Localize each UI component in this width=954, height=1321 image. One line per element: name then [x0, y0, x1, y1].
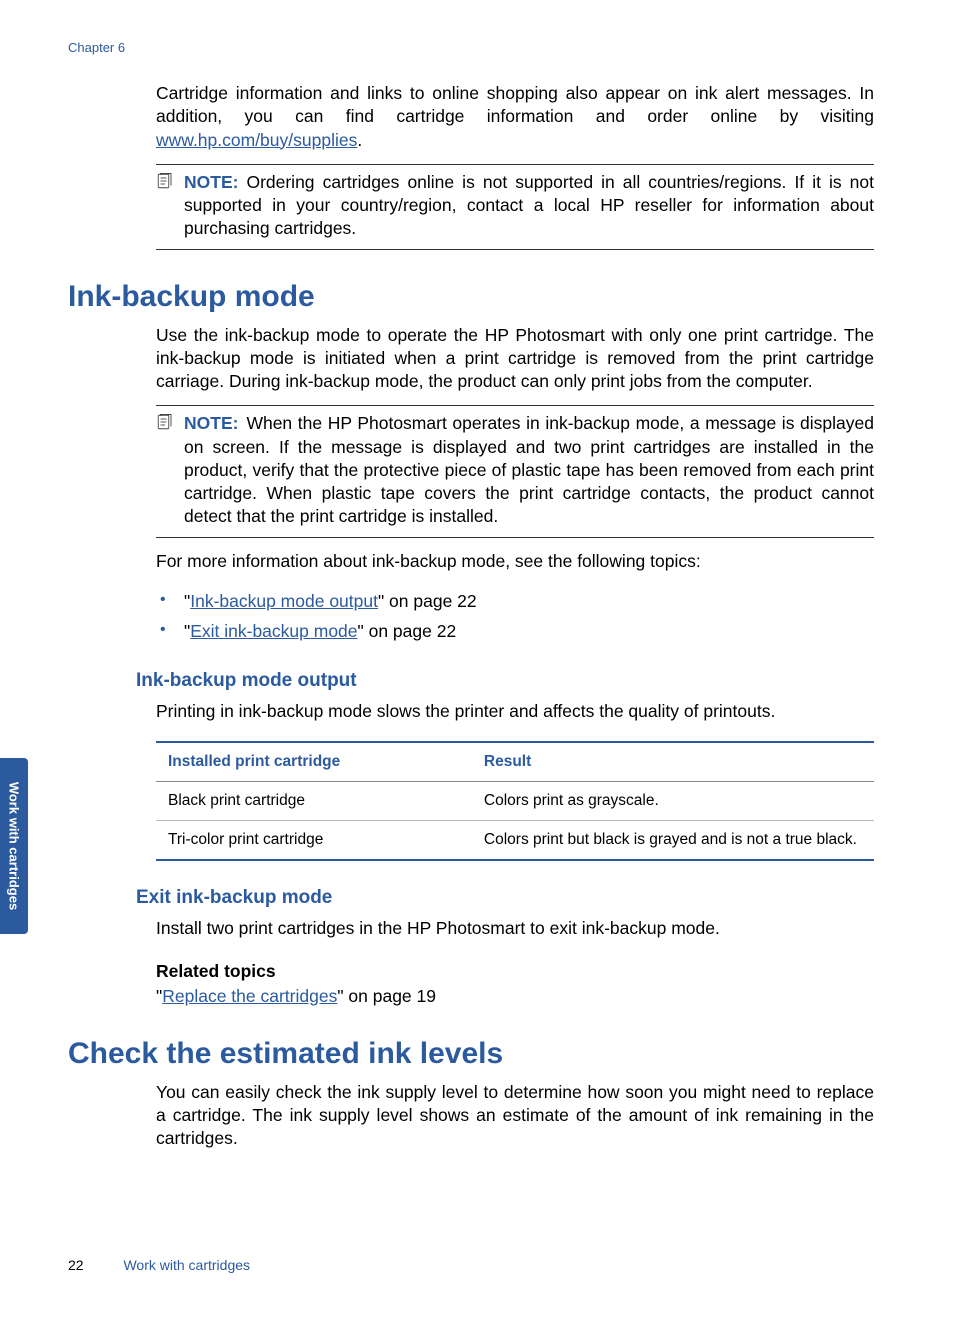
note-icon: [156, 413, 178, 436]
heading-exit: Exit ink-backup mode: [136, 887, 886, 909]
more-info-text: For more information about ink-backup mo…: [156, 550, 874, 573]
note-label: NOTE:: [184, 413, 238, 433]
link-exit[interactable]: Exit ink-backup mode: [190, 621, 357, 641]
list-item: "Ink-backup mode output" on page 22: [156, 589, 874, 614]
exit-para: Install two print cartridges in the HP P…: [156, 917, 874, 940]
cell-result: Colors print but black is grayed and is …: [472, 821, 874, 860]
heading-output: Ink-backup mode output: [136, 670, 886, 692]
note-icon: [156, 172, 178, 195]
topic-list: "Ink-backup mode output" on page 22 "Exi…: [156, 589, 874, 644]
footer-title: Work with cartridges: [123, 1257, 250, 1273]
heading-check-ink: Check the estimated ink levels: [68, 1037, 886, 1071]
cell-cartridge: Black print cartridge: [156, 782, 472, 821]
table-header-cartridge: Installed print cartridge: [156, 743, 472, 782]
cell-result: Colors print as grayscale.: [472, 782, 874, 821]
related-topics-label: Related topics: [156, 961, 874, 982]
intro-paragraph: Cartridge information and links to onlin…: [156, 82, 874, 152]
table-row: Tri-color print cartridge Colors print b…: [156, 821, 874, 860]
related-link-line: "Replace the cartridges" on page 19: [156, 986, 874, 1007]
intro-text-b: .: [357, 130, 362, 150]
output-table: Installed print cartridge Result Black p…: [156, 741, 874, 861]
table-header-result: Result: [472, 743, 874, 782]
list-item: "Exit ink-backup mode" on page 22: [156, 619, 874, 644]
check-ink-para: You can easily check the ink supply leve…: [156, 1081, 874, 1151]
note-box-2: NOTE:When the HP Photosmart operates in …: [156, 405, 874, 537]
chapter-label: Chapter 6: [68, 40, 125, 55]
note-box-1: NOTE:Ordering cartridges online is not s…: [156, 164, 874, 250]
note-text-2: When the HP Photosmart operates in ink-b…: [184, 413, 874, 526]
cell-cartridge: Tri-color print cartridge: [156, 821, 472, 860]
page-footer: 22 Work with cartridges: [68, 1257, 250, 1273]
supplies-link[interactable]: www.hp.com/buy/supplies: [156, 130, 357, 150]
note-text-1: Ordering cartridges online is not suppor…: [184, 172, 874, 239]
intro-text-a: Cartridge information and links to onlin…: [156, 83, 874, 126]
heading-ink-backup: Ink-backup mode: [68, 280, 886, 314]
page-content: Cartridge information and links to onlin…: [0, 0, 954, 1200]
link-output[interactable]: Ink-backup mode output: [190, 591, 378, 611]
side-tab: Work with cartridges: [0, 758, 28, 934]
side-tab-label: Work with cartridges: [7, 782, 22, 910]
note-label: NOTE:: [184, 172, 238, 192]
table-row: Black print cartridge Colors print as gr…: [156, 782, 874, 821]
page-number: 22: [68, 1257, 84, 1273]
link-replace-cartridges[interactable]: Replace the cartridges: [162, 986, 337, 1006]
ink-backup-para: Use the ink-backup mode to operate the H…: [156, 324, 874, 394]
output-para: Printing in ink-backup mode slows the pr…: [156, 700, 874, 723]
